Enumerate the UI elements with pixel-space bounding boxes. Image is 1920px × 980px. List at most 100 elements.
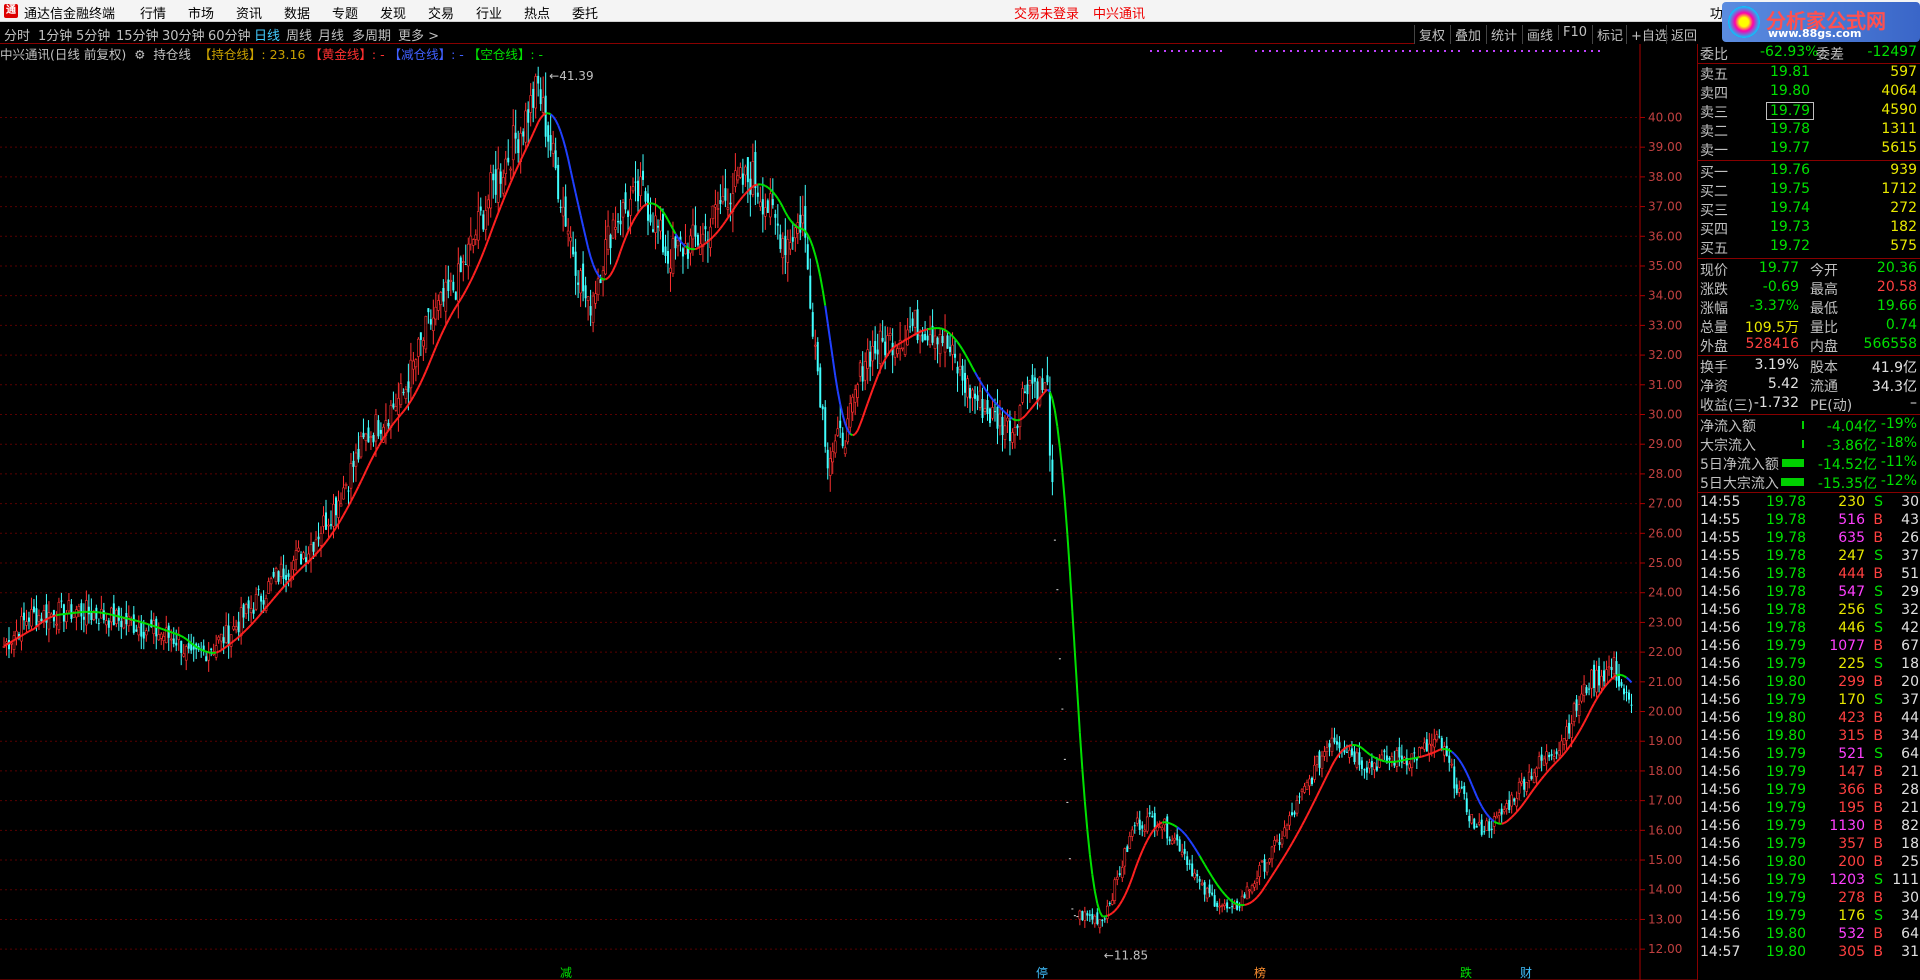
candle [175,642,178,646]
period-tab-6[interactable]: 日线 [254,25,280,44]
brand-url: www.88gs.com [1768,27,1862,40]
kline-chart[interactable]: 12.00 13.00 14.00 15.00 16.00 17.00 18.00 19.00… [0,44,1700,980]
holding-line-segment [1114,907,1119,912]
holding-line-segment [494,212,500,220]
tool-button-2[interactable]: 统计 [1486,25,1517,44]
tool-button-4[interactable]: F10 [1558,25,1587,40]
candle [943,331,947,353]
candle [1348,750,1351,758]
period-tab-2[interactable]: 5分钟 [76,25,110,44]
menu-item-1[interactable]: 市场 [188,3,236,22]
candle [449,279,453,282]
tool-button-0[interactable]: 复权 [1414,25,1445,44]
trade-count: 51 [1901,566,1919,582]
period-tab-7[interactable]: 周线 [286,25,312,44]
stat-value: -3.37% [1749,298,1799,314]
candle [986,400,989,415]
stat-value: 19.66 [1876,298,1917,314]
finance-label: 收益(三) [1700,398,1753,414]
holding-line-segment [1053,410,1059,427]
event-marker[interactable]: 停 [1036,965,1048,980]
trade-time: 14:55 [1700,530,1741,546]
holding-line-segment [762,183,766,187]
tool-button-6[interactable]: +自选 [1626,25,1668,44]
candle [1368,762,1371,769]
period-tab-3[interactable]: 15分钟 [116,25,159,44]
candle [946,335,949,349]
holding-line-segment [826,323,832,341]
candle [1138,819,1141,830]
holding-line-segment [1368,753,1373,757]
trade-status[interactable]: 交易未登录 [1014,3,1079,22]
menu-item-4[interactable]: 专题 [332,3,380,22]
holding-line-segment [1268,875,1273,881]
trade-time: 14:56 [1700,638,1741,654]
holding-line-segment [499,200,505,208]
menu-item-6[interactable]: 交易 [428,3,476,22]
event-marker[interactable]: 减 [560,966,572,980]
period-tab-5[interactable]: 60分钟 [208,25,251,44]
candle [427,308,430,313]
holding-line-segment [964,353,969,359]
holding-line-segment [439,330,445,337]
candle [476,211,480,241]
candle [709,226,712,248]
candle [1545,751,1548,764]
candle [1148,812,1151,815]
trade-count: 28 [1901,782,1919,798]
candle [237,621,240,633]
candle [1420,747,1424,749]
menu-item-3[interactable]: 数据 [284,3,332,22]
holding-line-segment [1208,872,1213,878]
candle [1620,682,1623,686]
menu-item-9[interactable]: 委托 [572,3,620,22]
holding-line-segment [1419,755,1423,759]
candle [1433,738,1436,748]
candle [1353,751,1356,763]
candle [169,638,173,641]
period-tab-4[interactable]: 30分钟 [162,25,205,44]
menu-item-7[interactable]: 行业 [476,3,524,22]
period-tab-9[interactable]: 多周期 [352,25,391,44]
tool-button-3[interactable]: 画线 [1522,25,1553,44]
event-marker[interactable]: 榜 [1254,965,1266,980]
menu-item-0[interactable]: 行情 [140,3,188,22]
candle [1245,886,1249,900]
holding-line-segment [300,565,305,570]
menu-item-2[interactable]: 资讯 [236,3,284,22]
period-tab-1[interactable]: 1分钟 [38,25,72,44]
tool-button-1[interactable]: 叠加 [1450,25,1481,44]
holding-line-segment [25,630,30,634]
holding-line-segment [1021,415,1026,420]
finance-value: 5.42 [1767,376,1799,392]
event-marker[interactable]: 跌 [1460,965,1472,980]
holding-line-segment [724,217,729,223]
chart-canvas[interactable]: 12.00 13.00 14.00 15.00 16.00 17.00 18.00 19.00… [0,44,1697,980]
tool-button-5[interactable]: 标记 [1592,25,1623,44]
period-tab-0[interactable]: 分时 [4,25,30,44]
holding-line-segment [469,275,475,282]
bid-volume: 1712 [1881,181,1917,197]
candle [1603,670,1606,682]
trade-count: 67 [1901,638,1919,654]
menu-item-8[interactable]: 热点 [524,3,572,22]
period-tab-10[interactable]: 更多 > [398,25,439,44]
candle [87,606,90,615]
finance-value: 34.3亿 [1871,379,1917,395]
holding-line-segment [1416,756,1420,759]
period-tab-8[interactable]: 月线 [318,25,344,44]
candle [469,235,473,245]
quote-row: 5日大宗流入 -15.35亿 -12% [1698,473,1920,492]
indicator-name[interactable]: 持仓线 [153,47,191,62]
ask-label: 卖二 [1700,124,1728,140]
event-marker[interactable]: 财 [1520,966,1532,980]
candle [1570,723,1573,738]
candle [239,607,243,637]
candle [824,407,827,447]
candle [816,341,819,372]
menu-item-5[interactable]: 发现 [380,3,428,22]
holding-line-segment [345,505,350,512]
gear-icon[interactable]: ⚙ [134,47,145,62]
holding-line-segment [781,206,787,213]
tool-button-7[interactable]: 返回 [1666,25,1697,44]
